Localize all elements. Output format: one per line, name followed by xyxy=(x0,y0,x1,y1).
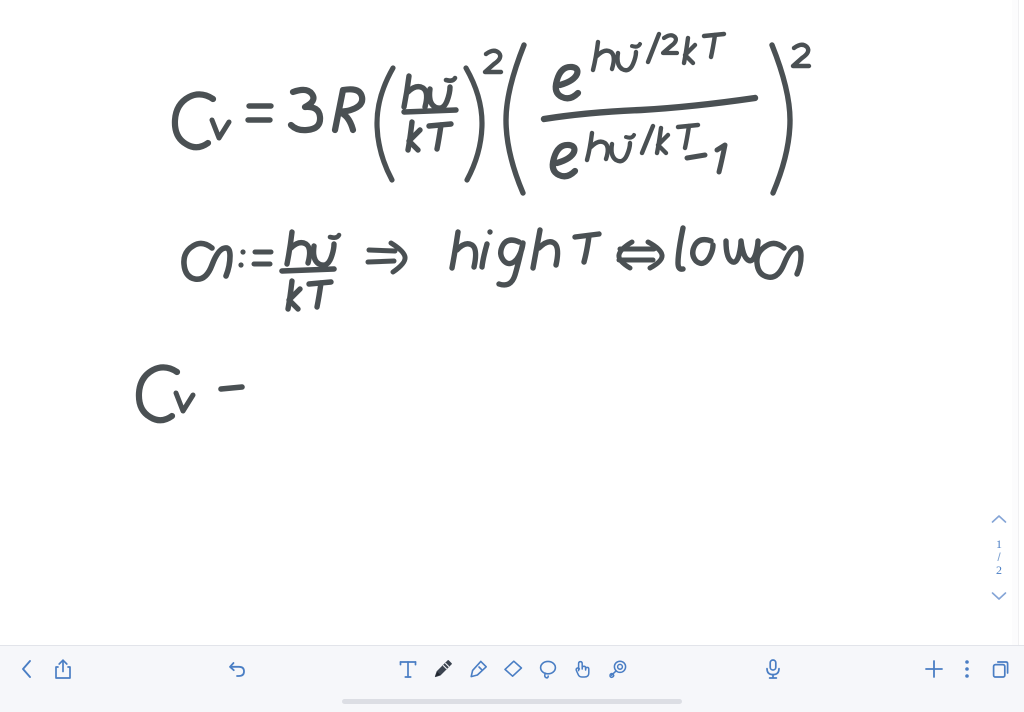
ink-equation-line-2 xyxy=(181,225,804,312)
handwriting-canvas[interactable] xyxy=(0,0,1019,646)
drawing-tools-group xyxy=(390,650,635,688)
chevron-down-icon[interactable] xyxy=(990,589,1008,603)
text-tool-icon[interactable] xyxy=(390,650,425,688)
page-navigator[interactable]: 1 / 2 xyxy=(984,512,1014,603)
eraser-tool-icon[interactable] xyxy=(495,650,530,688)
highlighter-tool-icon[interactable] xyxy=(460,650,495,688)
bottom-toolbar xyxy=(0,645,1024,712)
chevron-up-icon[interactable] xyxy=(990,512,1008,526)
page-separator: / xyxy=(997,550,1001,564)
back-button[interactable] xyxy=(8,650,46,688)
total-page-count: 2 xyxy=(996,563,1002,577)
pages-button[interactable] xyxy=(982,650,1020,688)
share-button[interactable] xyxy=(44,650,82,688)
hand-tool-icon[interactable] xyxy=(565,650,600,688)
home-indicator[interactable] xyxy=(342,699,682,704)
more-vertical-icon[interactable] xyxy=(948,650,986,688)
lasso-tool-icon[interactable] xyxy=(530,650,565,688)
microphone-button[interactable] xyxy=(754,650,792,688)
undo-button[interactable] xyxy=(218,650,256,688)
ink-strokes-layer xyxy=(0,0,1018,646)
shape-assist-icon[interactable] xyxy=(600,650,635,688)
pen-tool-icon[interactable] xyxy=(425,650,460,688)
notes-app-window: 1 / 2 xyxy=(0,0,1024,712)
ink-equation-line-1 xyxy=(171,31,812,196)
ink-equation-line-3 xyxy=(135,364,245,424)
